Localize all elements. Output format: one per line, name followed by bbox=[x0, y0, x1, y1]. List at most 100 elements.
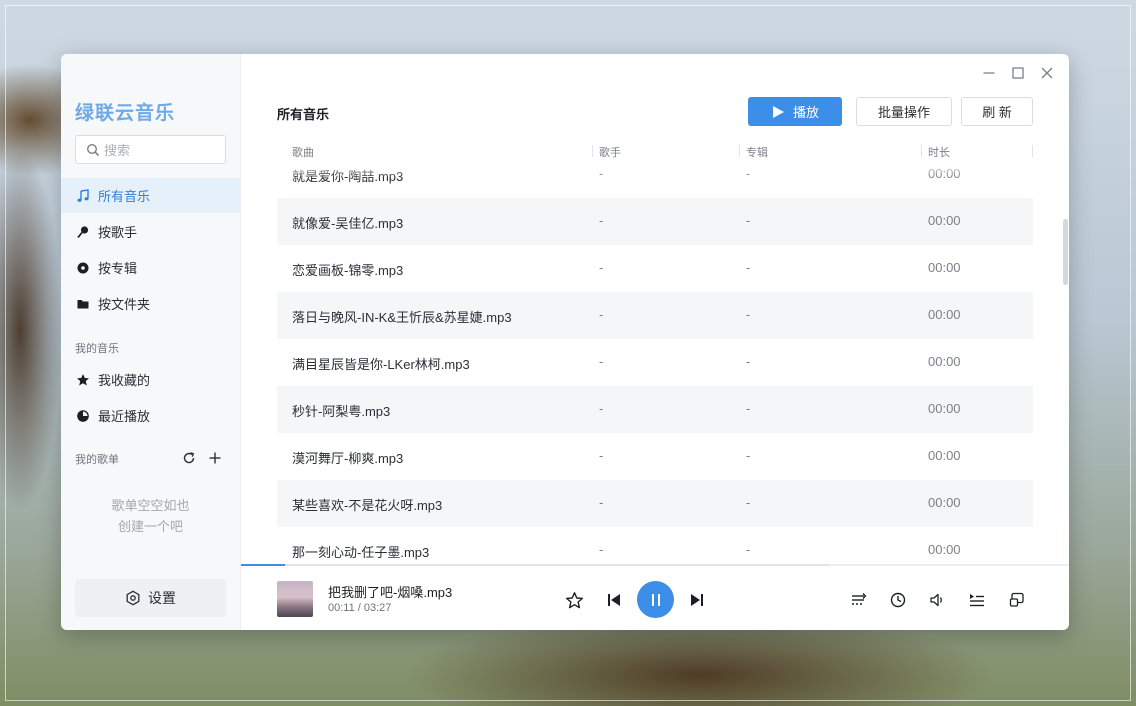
empty-note-line2: 创建一个吧 bbox=[117, 519, 183, 534]
previous-track-icon[interactable] bbox=[604, 590, 624, 610]
main-panel: 所有音乐 播放 批量操作 刷 新 歌曲 歌手 专辑 时长 就是爱你-陶喆.mp3… bbox=[241, 54, 1069, 630]
play-all-label: 播放 bbox=[792, 105, 819, 120]
table-row[interactable]: 那一刻心动-任子墨.mp3 - - 00:00 bbox=[277, 527, 1033, 564]
sidebar-item-all-music[interactable]: 所有音乐 bbox=[61, 178, 240, 213]
column-song[interactable]: 歌曲 bbox=[292, 144, 314, 160]
song-title: 漠河舞厅-柳爽.mp3 bbox=[292, 451, 404, 466]
list-scrollbar[interactable] bbox=[1063, 219, 1068, 285]
column-artist[interactable]: 歌手 bbox=[599, 144, 621, 160]
column-duration[interactable]: 时长 bbox=[928, 144, 950, 160]
pause-icon bbox=[649, 592, 663, 608]
song-album: - bbox=[746, 401, 751, 416]
song-artist: - bbox=[599, 401, 604, 416]
play-all-button[interactable]: 播放 bbox=[748, 97, 842, 126]
song-artist: - bbox=[599, 448, 604, 463]
progress-fill bbox=[241, 564, 285, 566]
song-album: - bbox=[746, 495, 751, 510]
song-duration: 00:00 bbox=[928, 448, 961, 463]
song-title: 就像爱-吴佳亿.mp3 bbox=[292, 216, 404, 231]
playlist-actions bbox=[181, 450, 223, 466]
song-title: 某些喜欢-不是花火呀.mp3 bbox=[292, 498, 443, 513]
mini-player-icon[interactable] bbox=[1007, 590, 1027, 610]
sidebar-item-by-album[interactable]: 按专辑 bbox=[61, 250, 240, 285]
search-placeholder: 搜索 bbox=[104, 143, 131, 158]
refresh-playlists-icon[interactable] bbox=[181, 450, 197, 466]
settings-button[interactable]: 设置 bbox=[75, 579, 226, 617]
column-divider bbox=[1032, 145, 1033, 157]
song-duration: 00:00 bbox=[928, 307, 961, 322]
my-playlists-heading: 我的歌单 bbox=[75, 454, 119, 466]
column-album[interactable]: 专辑 bbox=[746, 144, 768, 160]
favorite-star-icon[interactable] bbox=[564, 590, 584, 610]
sidebar-item-favorites[interactable]: 我收藏的 bbox=[61, 362, 240, 397]
song-album: - bbox=[746, 448, 751, 463]
search-input[interactable]: 搜索 bbox=[75, 135, 226, 164]
song-artist: - bbox=[599, 495, 604, 510]
song-title: 那一刻心动-任子墨.mp3 bbox=[292, 545, 430, 560]
song-artist: - bbox=[599, 542, 604, 557]
empty-playlist-note: 歌单空空如也 创建一个吧 bbox=[61, 495, 240, 537]
song-artist: - bbox=[599, 260, 604, 275]
song-album: - bbox=[746, 354, 751, 369]
play-icon bbox=[771, 105, 785, 119]
refresh-button[interactable]: 刷 新 bbox=[961, 97, 1033, 126]
gear-icon bbox=[125, 590, 141, 606]
sidebar-item-label: 按歌手 bbox=[98, 225, 138, 240]
maximize-icon[interactable] bbox=[1009, 64, 1026, 81]
page-title: 所有音乐 bbox=[277, 107, 330, 122]
song-duration: 00:00 bbox=[928, 213, 961, 228]
list-top-fade bbox=[277, 160, 1033, 178]
now-playing-title: 把我删了吧-烟嗓.mp3 bbox=[328, 585, 453, 600]
table-row[interactable]: 某些喜欢-不是花火呀.mp3 - - 00:00 bbox=[277, 480, 1033, 527]
sidebar-item-label: 最近播放 bbox=[98, 409, 151, 424]
settings-label: 设置 bbox=[148, 590, 176, 606]
sidebar-item-label: 所有音乐 bbox=[98, 189, 151, 204]
window-controls bbox=[980, 64, 1055, 81]
song-album: - bbox=[746, 307, 751, 322]
song-duration: 00:00 bbox=[928, 354, 961, 369]
song-duration: 00:00 bbox=[928, 495, 961, 510]
sidebar-item-label: 按文件夹 bbox=[98, 297, 151, 312]
song-artist: - bbox=[599, 307, 604, 322]
song-title: 恋爱画板-锦零.mp3 bbox=[292, 263, 404, 278]
add-playlist-icon[interactable] bbox=[207, 450, 223, 466]
folder-icon bbox=[76, 297, 90, 311]
pause-button[interactable] bbox=[637, 581, 674, 618]
table-row[interactable]: 落日与晚风-IN-K&王忻辰&苏星婕.mp3 - - 00:00 bbox=[277, 292, 1033, 339]
table-row[interactable]: 满目星辰皆是你-LKer林柯.mp3 - - 00:00 bbox=[277, 339, 1033, 386]
app-logo: 绿联云音乐 bbox=[75, 103, 176, 124]
song-list: 就是爱你-陶喆.mp3 - - 00:00 就像爱-吴佳亿.mp3 - - 00… bbox=[277, 166, 1033, 564]
table-header: 歌曲 歌手 专辑 时长 bbox=[277, 142, 1033, 160]
sidebar-item-label: 我收藏的 bbox=[98, 373, 151, 388]
sidebar: 绿联云音乐 搜索 所有音乐 按歌手 按专辑 按文件夹 我的音乐 我收藏的 最近播… bbox=[61, 54, 241, 630]
sidebar-item-by-folder[interactable]: 按文件夹 bbox=[61, 286, 240, 321]
song-title: 落日与晚风-IN-K&王忻辰&苏星婕.mp3 bbox=[292, 310, 512, 325]
table-row[interactable]: 就像爱-吴佳亿.mp3 - - 00:00 bbox=[277, 198, 1033, 245]
song-duration: 00:00 bbox=[928, 542, 961, 557]
album-disc-icon bbox=[76, 261, 90, 275]
next-track-icon[interactable] bbox=[687, 590, 707, 610]
clock-timer-icon[interactable] bbox=[888, 590, 908, 610]
album-cover[interactable] bbox=[277, 581, 313, 617]
table-row[interactable]: 恋爱画板-锦零.mp3 - - 00:00 bbox=[277, 245, 1033, 292]
song-artist: - bbox=[599, 213, 604, 228]
sidebar-item-label: 按专辑 bbox=[98, 261, 138, 276]
sidebar-item-recent[interactable]: 最近播放 bbox=[61, 398, 240, 433]
playlist-queue-icon[interactable] bbox=[967, 590, 987, 610]
batch-operation-button[interactable]: 批量操作 bbox=[856, 97, 952, 126]
table-row[interactable]: 漠河舞厅-柳爽.mp3 - - 00:00 bbox=[277, 433, 1033, 480]
volume-icon[interactable] bbox=[927, 590, 947, 610]
star-icon bbox=[76, 373, 90, 387]
empty-note-line1: 歌单空空如也 bbox=[111, 498, 190, 513]
sidebar-item-by-artist[interactable]: 按歌手 bbox=[61, 214, 240, 249]
close-icon[interactable] bbox=[1038, 64, 1055, 81]
table-row[interactable]: 秒针-阿梨粤.mp3 - - 00:00 bbox=[277, 386, 1033, 433]
clock-pie-icon bbox=[76, 409, 90, 423]
minimize-icon[interactable] bbox=[980, 64, 997, 81]
my-music-heading: 我的音乐 bbox=[75, 343, 119, 355]
column-divider bbox=[921, 145, 922, 157]
now-playing-time: 00:11 / 03:27 bbox=[328, 602, 392, 614]
music-note-icon bbox=[76, 188, 90, 203]
play-order-icon[interactable] bbox=[849, 590, 869, 610]
song-album: - bbox=[746, 542, 751, 557]
